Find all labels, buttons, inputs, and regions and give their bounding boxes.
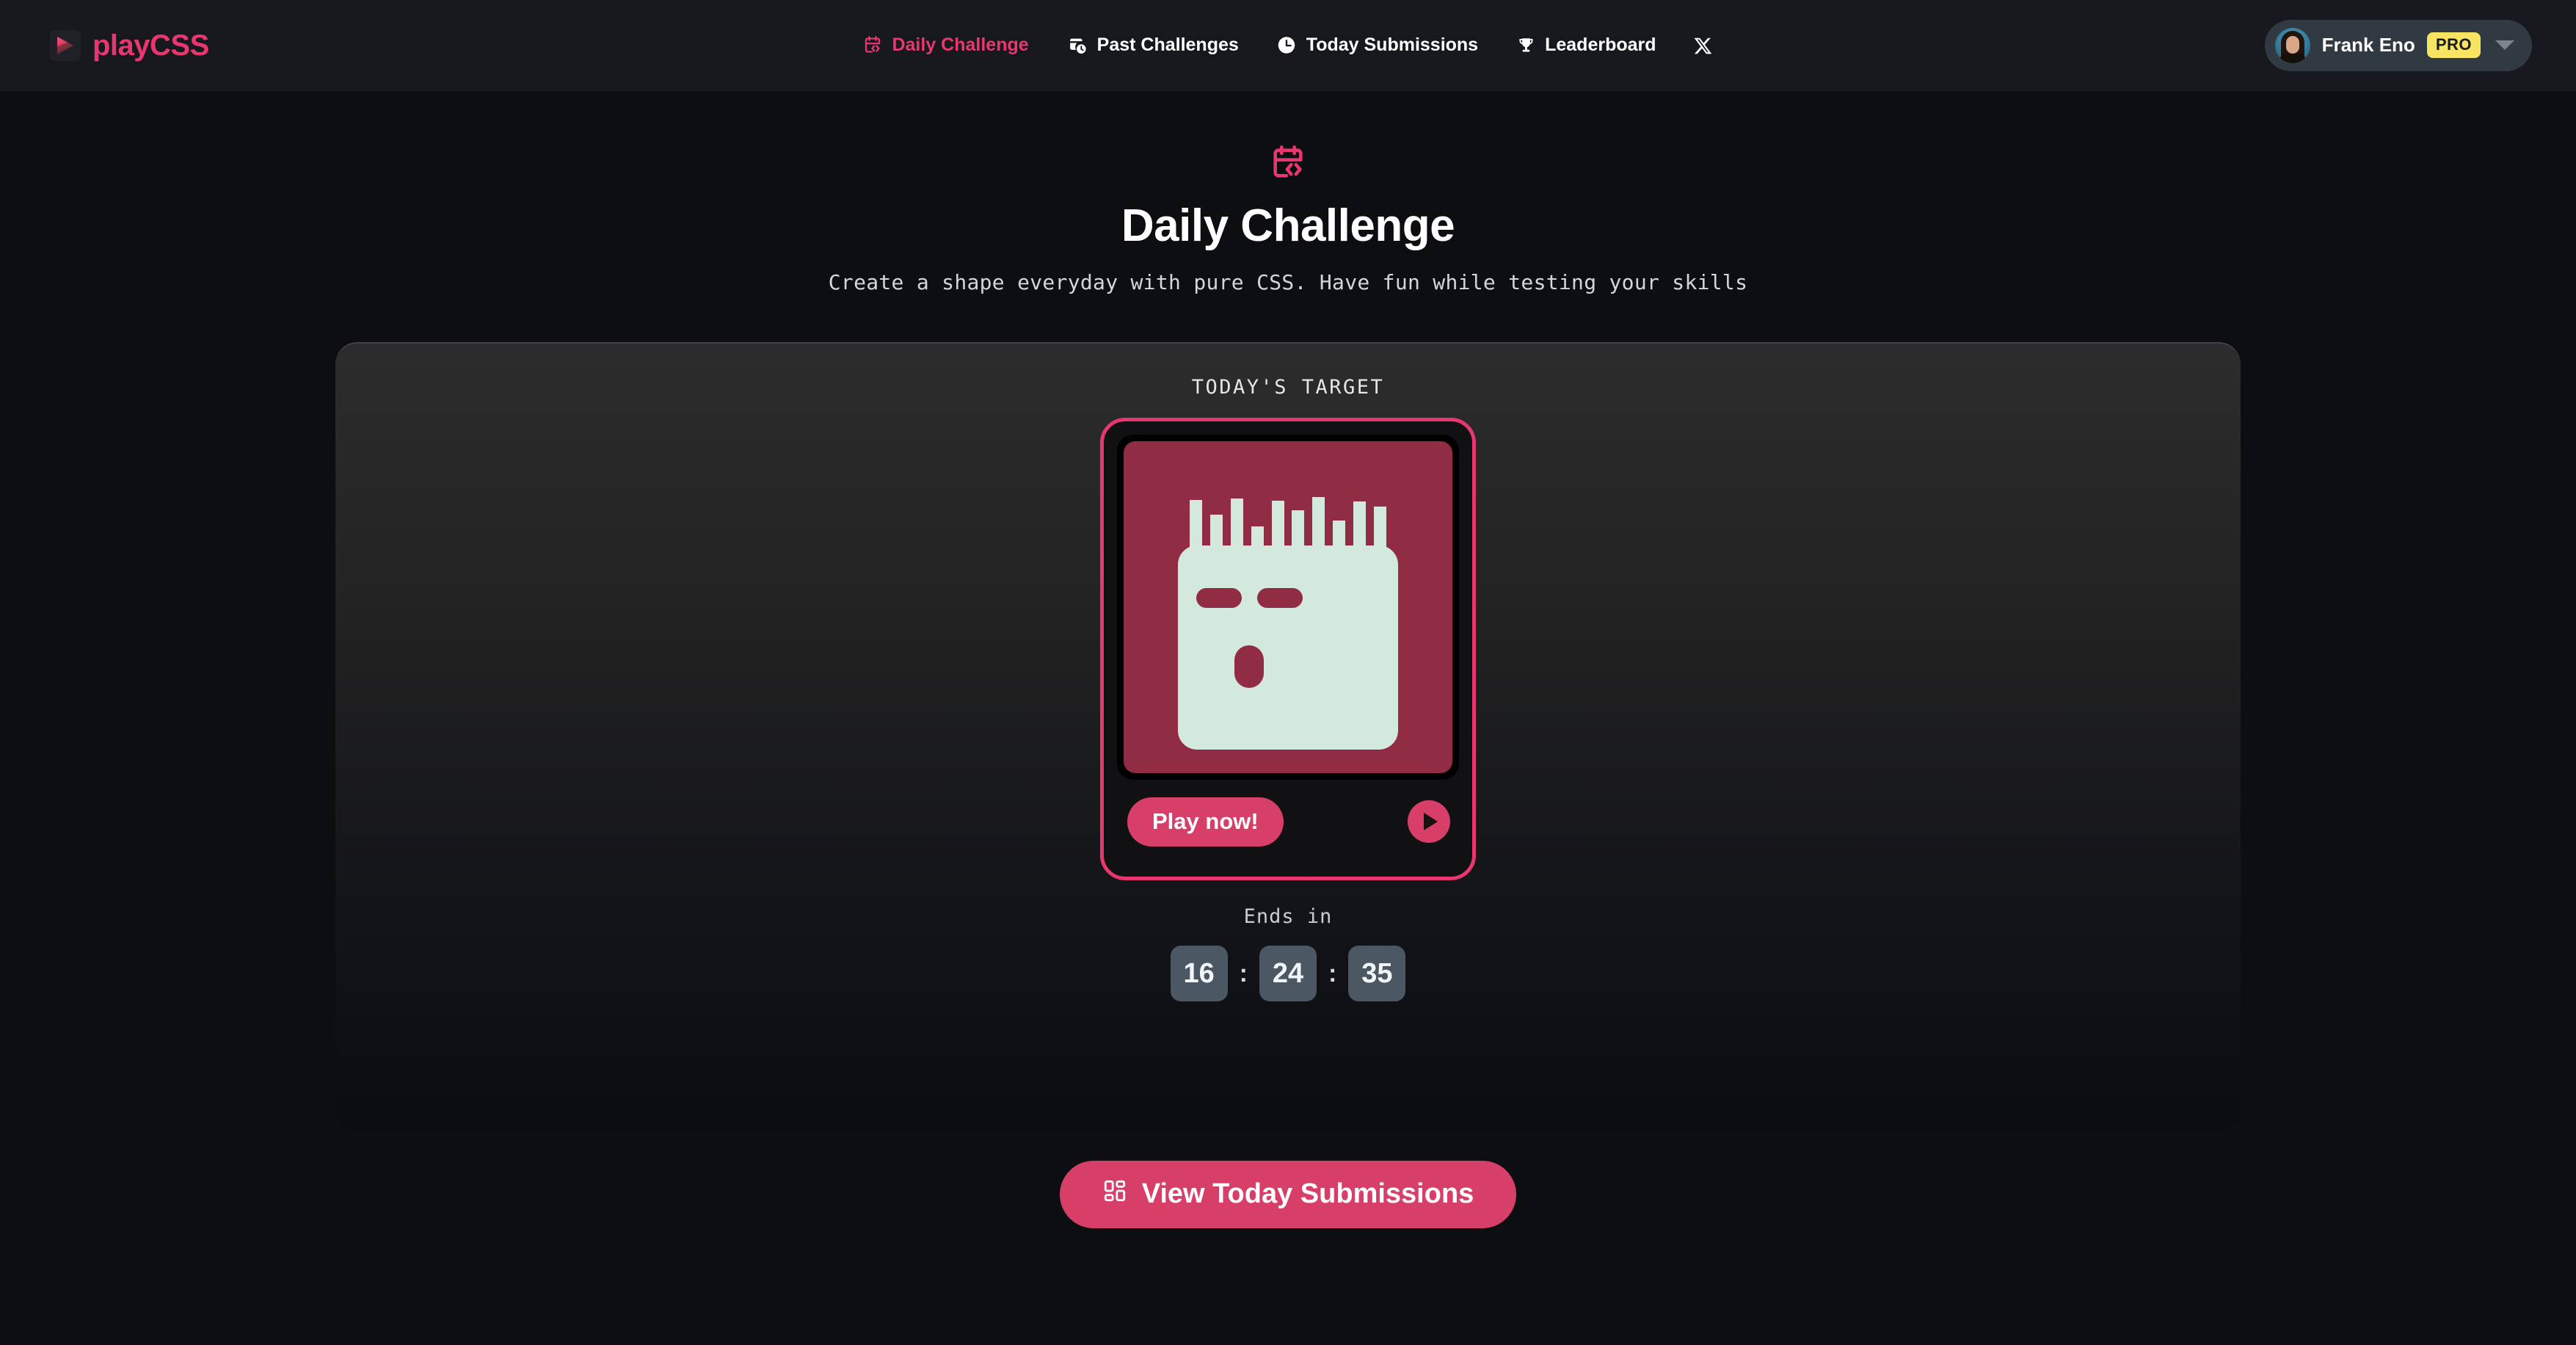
hero-section: Daily Challenge Create a shape everyday … [0,144,2576,294]
hair-spikes [1190,475,1386,554]
daily-challenge-panel: TODAY'S TARGET Play now! Ends in 16: 24… [335,342,2241,1132]
target-shape-figure [1178,475,1398,750]
nav-item-daily-challenge[interactable]: Daily Challenge [843,23,1047,68]
calendar-code-icon [0,144,2576,182]
nav-item-today-submissions[interactable]: Today Submissions [1258,23,1497,68]
nav-item-label: Past Challenges [1096,35,1239,55]
user-name: Frank Eno [2321,34,2415,56]
play-icon-button[interactable] [1408,800,1450,844]
cta-wrap: View Today Submissions [0,1161,2576,1229]
countdown-seconds: 35 [1348,946,1406,1002]
nav-item-label: Leaderboard [1545,35,1656,55]
card-actions: Play now! [1117,780,1459,863]
todays-target-label: TODAY'S TARGET [1191,376,1385,399]
mouth-shape [1234,645,1264,689]
page-subtitle: Create a shape everyday with pure CSS. H… [828,270,1748,295]
countdown-separator-2: : [1328,959,1337,987]
brand-name: playCSS [92,29,209,62]
cta-label: View Today Submissions [1141,1178,1474,1209]
countdown-separator-1: : [1239,959,1248,987]
layout-dashboard-icon [1102,1178,1127,1208]
nav-item-label: Daily Challenge [892,35,1029,55]
clock-icon [1277,35,1297,55]
ends-in-label: Ends in [1243,905,1333,929]
eye-left-shape [1196,588,1242,609]
countdown-minutes: 24 [1259,946,1317,1002]
hair-spike-3 [1230,499,1243,554]
avatar [2274,27,2310,63]
user-menu[interactable]: Frank Eno PRO [2264,19,2532,71]
page-title: Daily Challenge [1121,200,1455,251]
nav-item-label: Today Submissions [1306,35,1479,55]
shape-canvas [1124,441,1452,774]
calendar-code-icon [862,35,882,55]
view-today-submissions-button[interactable]: View Today Submissions [1059,1161,1517,1229]
hair-spike-7 [1312,497,1325,554]
countdown-timer: 16 : 24 : 35 [335,946,2241,1002]
play-triangle-icon [50,29,81,61]
target-card-wrap: Play now! [335,418,2241,881]
pro-badge: PRO [2426,32,2481,58]
play-now-button[interactable]: Play now! [1127,797,1284,846]
x-twitter-icon[interactable] [1676,36,1733,55]
nav-links: Daily Challenge Past Challenges Today Su… [843,23,1732,68]
eye-right-shape [1257,588,1303,609]
play-icon [1424,813,1438,831]
brand-logo[interactable]: playCSS [50,29,209,62]
nav-item-past-challenges[interactable]: Past Challenges [1048,23,1258,68]
head-block [1178,545,1398,750]
top-navbar: playCSS Daily Challenge Past Challenges … [0,0,2576,91]
trophy-icon [1516,36,1535,55]
calendar-clock-icon [1067,35,1088,56]
chevron-down-icon[interactable] [2495,40,2514,50]
nav-item-leaderboard[interactable]: Leaderboard [1497,23,1675,68]
shape-canvas-frame [1117,435,1459,780]
countdown-hours: 16 [1170,946,1228,1002]
target-shape-card: Play now! [1100,418,1476,881]
